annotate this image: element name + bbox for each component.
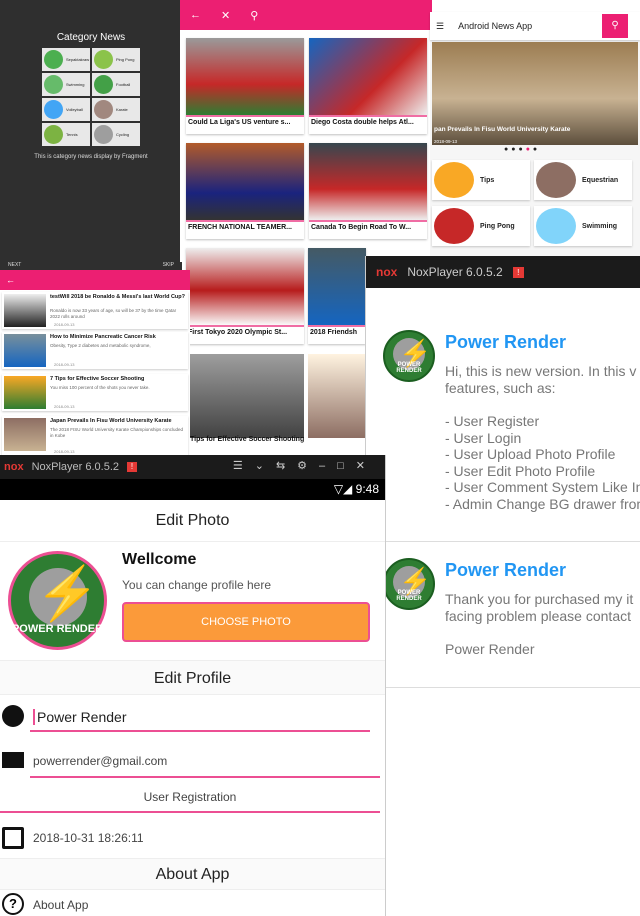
news-card-title: Tips for Effective Soccer Shooting [190,436,305,443]
news-list-panel: ← testWill 2018 be Ronaldo & Messi's las… [0,270,190,460]
news-thumb [4,294,46,327]
toolbar: ← ✕ ⚲ [180,0,432,30]
next-button[interactable]: NEXT [8,262,21,268]
news-thumb [4,376,46,409]
hero-caption: pan Prevails In Fisu World University Ka… [434,126,571,133]
android-news-app-panel: ☰ Android News App ⚲ pan Prevails In Fis… [430,12,640,256]
message-card[interactable]: ⚡ POWER RENDER Power Render Hi, this is … [366,312,640,542]
status-bar: ▽◢ 9:48 [0,479,385,500]
category-item[interactable]: Swimming [42,73,90,96]
close-icon[interactable]: ✕ [221,9,230,22]
slider-dots: ●●●●● [504,146,541,153]
category-panel: Category News Sepaktakraw Ping Pong Swim… [0,0,182,272]
power-render-logo: ⚡ POWER RENDER [383,558,435,610]
search-icon[interactable]: ⚲ [250,9,258,22]
power-render-logo: ⚡ POWER RENDER [383,330,435,382]
hero-slide[interactable]: pan Prevails In Fisu World University Ka… [432,42,638,145]
category-grid: Sepaktakraw Ping Pong Swimming Football … [42,48,140,146]
news-image [186,38,304,115]
news-thumb [4,418,46,451]
category-tile[interactable]: Tips [432,160,530,200]
status-time: 9:48 [355,482,379,496]
skip-button[interactable]: SKIP [163,262,174,268]
date-value: 2018-10-31 18:26:11 [33,831,144,845]
category-title: Category News [56,32,126,43]
news-image [308,248,366,325]
edit-profile-header: Edit Profile [0,660,385,695]
category-tile[interactable]: Equestrian [534,160,632,200]
back-arrow-icon[interactable]: ← [6,275,15,285]
nox-messages-panel: nox NoxPlayer 6.0.5.2 ! ⚡ POWER RENDER P… [365,256,640,688]
person-icon [2,705,24,727]
list-item[interactable]: Japan Prevails In Fisu World University … [2,416,188,456]
category-item[interactable]: Cycling [92,123,140,146]
user-registration-label: User Registration [143,790,237,804]
news-card[interactable]: Diego Costa double helps Atl... [309,38,427,134]
news-card[interactable]: Canada To Begin Road To W... [309,143,427,239]
about-header: About App [0,858,385,890]
news-card[interactable]: FRENCH NATIONAL TEAMER... [186,143,304,239]
message-title: Power Render [445,560,567,580]
nox-titlebar: nox NoxPlayer 6.0.5.2 ! ☰⌄⇆⚙–□✕ [0,455,385,479]
menu-icon[interactable]: ☰ [436,21,444,32]
category-item[interactable]: Volleyball [42,98,90,121]
news-image [309,38,427,115]
hero-date: 2018-09-13 [434,139,458,144]
window-title: NoxPlayer 6.0.5.2 [31,461,119,473]
news-card[interactable]: 2018 Friendsh [308,248,366,344]
category-item[interactable]: Football [92,73,140,96]
news-image [186,143,304,220]
news-image [186,248,304,325]
news-image[interactable] [308,354,366,438]
profile-avatar[interactable]: ⚡ POWER RENDER [8,551,107,650]
edit-profile-panel: nox NoxPlayer 6.0.5.2 ! ☰⌄⇆⚙–□✕ ▽◢ 9:48 … [0,455,386,916]
category-item[interactable]: Karate [92,98,140,121]
email-row: powerrender@gmail.com [0,750,380,780]
wifi-icon: ▽◢ [333,482,353,496]
category-description: This is category news display by Fragmen… [34,154,148,160]
warning-icon[interactable]: ! [512,266,524,278]
app-title: Android News App [458,21,533,31]
news-card[interactable]: Could La Liga's US venture s... [186,38,304,134]
email-field[interactable]: powerrender@gmail.com [33,754,167,768]
news-image [309,143,427,220]
category-item[interactable]: Tennis [42,123,90,146]
about-app-item[interactable]: About App [33,898,88,912]
window-title: NoxPlayer 6.0.5.2 [407,265,503,279]
news-grid-panel-lower: First Tokyo 2020 Olympic St... 2018 Frie… [186,246,366,454]
list-item[interactable]: How to Minimize Pancreatic Cancer Risk O… [2,332,188,369]
help-icon: ? [2,893,24,915]
nox-titlebar: nox NoxPlayer 6.0.5.2 ! [366,256,640,288]
date-row: 2018-10-31 18:26:11 [0,827,380,855]
welcome-title: Wellcome [122,551,197,568]
category-tile[interactable]: Swimming [534,206,632,246]
category-tile[interactable]: Ping Pong [432,206,530,246]
list-toolbar: ← [0,270,190,290]
name-row: Power Render [0,703,380,733]
list-item[interactable]: testWill 2018 be Ronaldo & Messi's last … [2,292,188,329]
message-card[interactable]: ⚡ POWER RENDER Power Render Thank you fo… [366,546,640,688]
registration-row: User Registration [0,788,380,814]
message-title: Power Render [445,332,567,352]
nox-logo: nox [376,265,398,279]
search-icon[interactable]: ⚲ [602,14,628,38]
news-thumb [4,334,46,367]
category-item[interactable]: Ping Pong [92,48,140,71]
choose-photo-button[interactable]: CHOOSE PHOTO [122,602,370,642]
news-grid-panel: ← ✕ ⚲ Could La Liga's US venture s... Di… [180,0,432,262]
calendar-icon [2,827,24,849]
name-field[interactable]: Power Render [33,709,127,725]
warning-icon[interactable]: ! [127,462,137,472]
about-row[interactable]: ? About App [0,893,380,916]
window-controls[interactable]: ☰⌄⇆⚙–□✕ [233,459,377,472]
mail-icon [2,752,24,768]
list-item[interactable]: 7 Tips for Effective Soccer Shooting You… [2,374,188,411]
news-image[interactable] [186,354,304,438]
news-card[interactable]: First Tokyo 2020 Olympic St... [186,248,304,344]
edit-photo-header: Edit Photo [0,512,385,542]
category-item[interactable]: Sepaktakraw [42,48,90,71]
back-arrow-icon[interactable]: ← [190,9,201,21]
nox-logo: nox [4,461,24,473]
welcome-subtitle: You can change profile here [122,578,272,592]
